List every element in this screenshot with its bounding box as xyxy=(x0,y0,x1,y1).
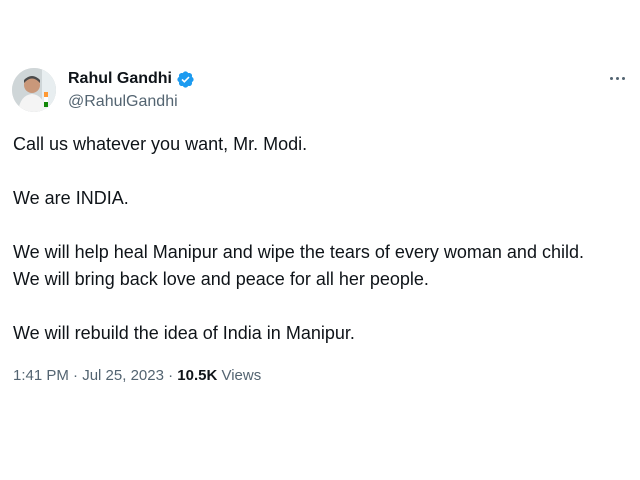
handle[interactable]: @RahulGandhi xyxy=(68,91,195,113)
more-options-icon[interactable] xyxy=(604,68,630,88)
display-name[interactable]: Rahul Gandhi xyxy=(68,68,172,90)
author-block: Rahul Gandhi @RahulGandhi xyxy=(68,68,195,113)
more-dot xyxy=(615,76,619,80)
views-label: Views xyxy=(217,367,262,384)
more-dot xyxy=(609,76,613,80)
tweet-date[interactable]: Jul 25, 2023 xyxy=(82,367,164,384)
tweet-card: Rahul Gandhi @RahulGandhi Call us whatev… xyxy=(0,0,640,480)
more-dot xyxy=(621,76,625,80)
tweet-time[interactable]: 1:41 PM xyxy=(13,367,69,384)
tweet-text: Call us whatever you want, Mr. Modi. We … xyxy=(13,131,633,347)
tweet-line: We will help heal Manipur and wipe the t… xyxy=(13,242,584,262)
name-row: Rahul Gandhi xyxy=(68,68,195,90)
tweet-line: We are INDIA. xyxy=(13,188,129,208)
tweet-line: We will bring back love and peace for al… xyxy=(13,269,429,289)
tweet-line: Call us whatever you want, Mr. Modi. xyxy=(13,134,308,154)
views-count: 10.5K xyxy=(177,367,218,384)
verified-badge-icon[interactable] xyxy=(176,70,195,89)
avatar[interactable] xyxy=(12,68,56,112)
meta-separator: · xyxy=(73,367,83,384)
tweet-line: We will rebuild the idea of India in Man… xyxy=(13,323,355,343)
meta-separator: · xyxy=(168,367,178,384)
tweet-meta: 1:41 PM · Jul 25, 2023 · 10.5K Views xyxy=(13,366,261,386)
